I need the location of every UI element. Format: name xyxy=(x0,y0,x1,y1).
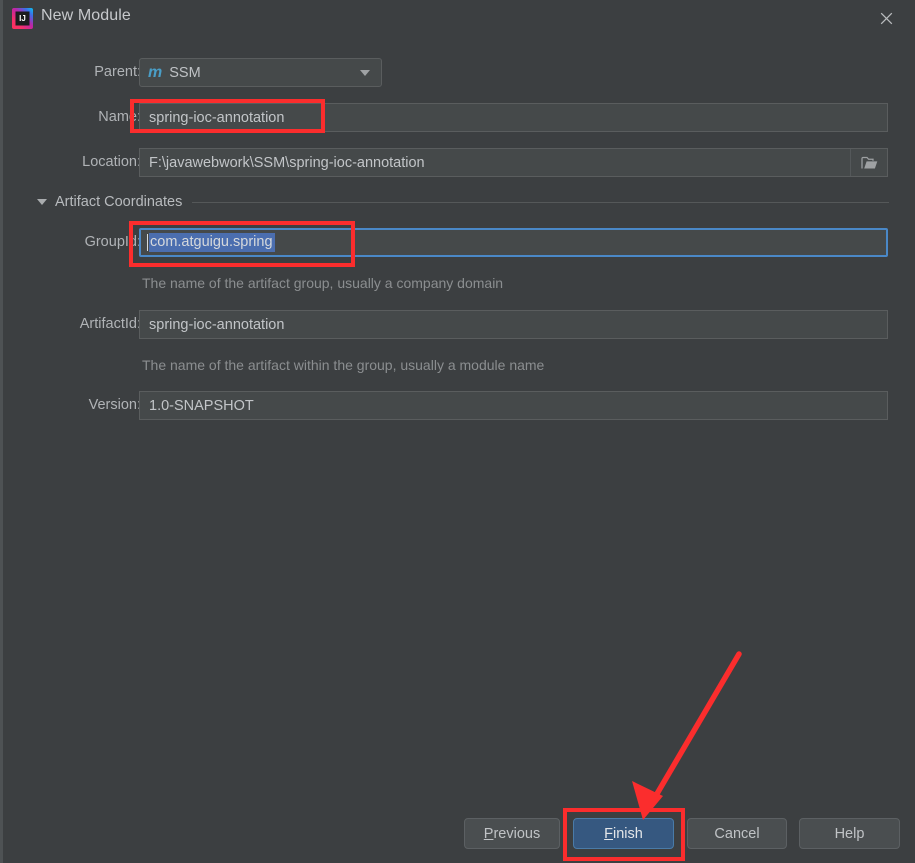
artifactid-label: ArtifactId: xyxy=(79,316,141,332)
help-button-label: Help xyxy=(834,825,865,842)
dialog-titlebar: IJ New Module xyxy=(3,0,915,37)
location-input-value: F:\javawebwork\SSM\spring-ioc-annotation xyxy=(149,154,425,171)
previous-button-mnemonic: P xyxy=(483,825,494,842)
finish-button-mnemonic: F xyxy=(604,825,614,842)
new-module-dialog: IJ New Module Parent: m SSM Name: spring… xyxy=(0,0,915,863)
version-label: Version: xyxy=(88,397,141,413)
parent-label: Parent: xyxy=(94,64,141,80)
close-icon[interactable] xyxy=(865,3,907,33)
name-input[interactable]: spring-ioc-annotation xyxy=(139,103,888,132)
chevron-down-icon xyxy=(360,69,370,76)
cancel-button[interactable]: Cancel xyxy=(687,818,787,849)
cancel-button-label: Cancel xyxy=(714,825,760,842)
text-caret xyxy=(147,234,148,251)
groupid-input[interactable]: com.atguigu.spring xyxy=(139,228,888,257)
location-input[interactable]: F:\javawebwork\SSM\spring-ioc-annotation xyxy=(139,148,888,177)
finish-button-label: inish xyxy=(613,825,643,842)
section-divider xyxy=(192,201,889,203)
artifactid-help-text: The name of the artifact within the grou… xyxy=(142,357,545,373)
previous-button-label: revious xyxy=(493,825,541,842)
help-button[interactable]: Help xyxy=(799,818,900,849)
folder-open-icon[interactable] xyxy=(850,149,887,176)
name-label: Name: xyxy=(98,109,141,125)
intellij-idea-logo-icon: IJ xyxy=(12,8,33,29)
parent-combo-value: SSM xyxy=(169,64,201,81)
annotation-arrow-to-finish xyxy=(632,651,742,820)
artifact-coordinates-section-header[interactable]: Artifact Coordinates xyxy=(37,192,889,212)
maven-module-icon: m xyxy=(148,63,163,81)
previous-button[interactable]: Previous xyxy=(464,818,560,849)
svg-text:IJ: IJ xyxy=(19,14,26,23)
version-input[interactable]: 1.0-SNAPSHOT xyxy=(139,391,888,420)
location-label: Location: xyxy=(82,154,141,170)
artifactid-input-value: spring-ioc-annotation xyxy=(149,316,285,333)
finish-button[interactable]: Finish xyxy=(573,818,674,849)
dialog-title: New Module xyxy=(41,7,131,24)
groupid-input-value: com.atguigu.spring xyxy=(149,233,275,252)
artifactid-input[interactable]: spring-ioc-annotation xyxy=(139,310,888,339)
artifact-coordinates-label: Artifact Coordinates xyxy=(55,194,183,210)
groupid-help-text: The name of the artifact group, usually … xyxy=(142,275,504,291)
name-input-value: spring-ioc-annotation xyxy=(149,109,285,126)
version-input-value: 1.0-SNAPSHOT xyxy=(149,397,254,414)
parent-combo-box[interactable]: m SSM xyxy=(139,58,382,87)
triangle-down-icon xyxy=(37,199,47,205)
groupid-label: GroupId: xyxy=(84,234,141,250)
